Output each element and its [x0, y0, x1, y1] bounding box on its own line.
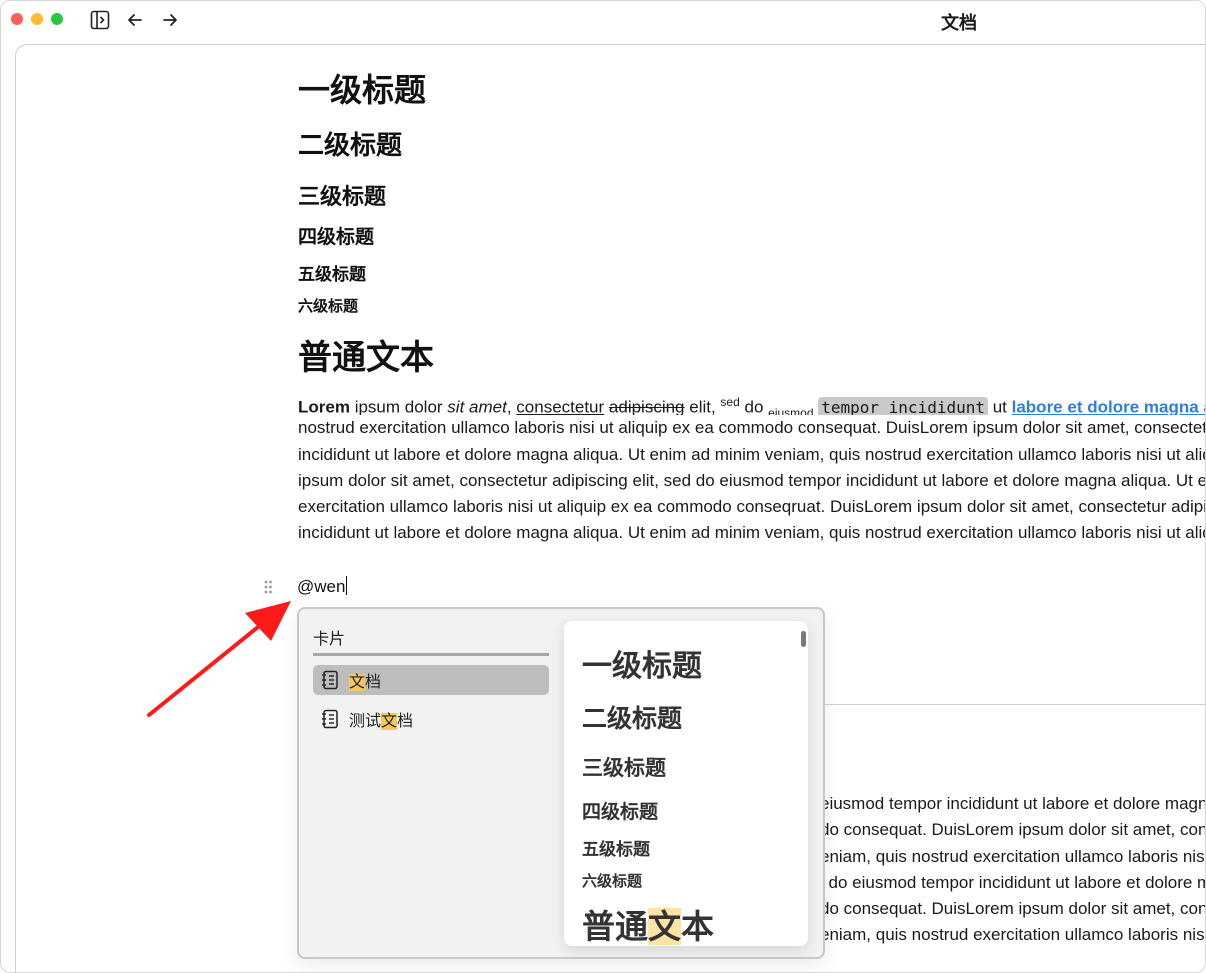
paragraph-line: do consequat. DuisLorem ipsum dolor sit … — [820, 899, 1205, 919]
horizontal-divider — [822, 704, 1205, 705]
paragraph-line: l do eiusmod tempor incididunt ut labore… — [820, 872, 1205, 892]
heading-5: 五级标题 — [298, 265, 366, 284]
label-part: 普通 — [582, 908, 648, 945]
forward-arrow-icon[interactable] — [159, 9, 181, 31]
preview-heading-5: 五级标题 — [582, 840, 650, 859]
window-title: 文档 — [941, 13, 977, 33]
paragraph-line: eniam, quis nostrud exercitation ullamco… — [820, 846, 1206, 866]
plain-text: ipsum dolor — [349, 397, 448, 416]
plain-text: elit, — [684, 397, 721, 416]
strikethrough-text: adipiscing — [608, 397, 685, 416]
paragraph-line: eiusmod tempor incididunt ut labore et d… — [820, 794, 1205, 813]
plain-text: do — [739, 397, 769, 416]
match-highlight: 文 — [648, 908, 681, 945]
plain-text: , — [506, 397, 517, 416]
suggestion-item[interactable]: 测试文档 — [313, 704, 549, 734]
suggestion-label: 文档 — [349, 668, 381, 692]
label-part: 档 — [397, 713, 414, 730]
paragraph-line: nostrud exercitation ullamco laboris nis… — [298, 418, 1205, 438]
preview-heading-4: 四级标题 — [582, 802, 659, 823]
preview-heading-6: 六级标题 — [582, 873, 643, 890]
preview-scrollbar[interactable] — [801, 631, 806, 647]
suggestion-label: 测试文档 — [349, 707, 413, 731]
document-preview-pane[interactable]: 一级标题 二级标题 三级标题 四级标题 五级标题 六级标题 普通文本 — [564, 621, 808, 946]
sidebar-toggle-icon[interactable] — [89, 9, 111, 31]
back-arrow-icon[interactable] — [124, 9, 146, 31]
popup-header-underline — [313, 653, 549, 656]
annotation-arrow — [147, 601, 291, 717]
paragraph-line: exercitation ullamco laboris nisi ut ali… — [298, 497, 1206, 517]
rich-text-paragraph[interactable]: Lorem ipsum dolor sit amet, consectetur … — [298, 389, 1206, 547]
match-highlight: 文 — [381, 713, 398, 730]
match-highlight: 文 — [349, 674, 366, 691]
notebook-icon — [321, 670, 339, 690]
text-caret — [346, 576, 348, 595]
app-window: 文档 一级标题 二级标题 三级标题 四级标题 五级标题 六级标题 普通文本 Lo… — [0, 0, 1206, 973]
mention-suggestion-popup[interactable]: 卡片 文档 测试文档 一级标题 二级标题 三级标题 四级标题 五级标题 六级标题… — [297, 607, 825, 959]
label-part: 本 — [681, 908, 714, 945]
titlebar: 文档 — [1, 1, 1205, 41]
preview-heading-1: 一级标题 — [582, 650, 702, 683]
underline-text: consectetur — [516, 397, 605, 416]
label-part: 档 — [365, 674, 382, 691]
heading-normal-text: 普通文本 — [298, 339, 434, 377]
mention-query: @wen — [297, 577, 346, 596]
heading-6: 六级标题 — [298, 298, 359, 315]
paragraph-line: incididunt ut labore et dolore magna ali… — [298, 523, 1205, 543]
superscript-text: sed — [720, 395, 740, 409]
paragraph-line: incididunt ut labore et dolore magna ali… — [298, 444, 1205, 464]
inline-code: tempor incididunt — [818, 396, 988, 416]
preview-heading-2: 二级标题 — [582, 705, 683, 733]
paragraph-line: ipsum dolor sit amet, consectetur adipis… — [298, 470, 1205, 490]
zoom-window-button[interactable] — [51, 13, 63, 25]
popup-header: 卡片 — [313, 631, 346, 648]
preview-heading-normal-text: 普通文本 — [582, 900, 714, 946]
minimize-window-button[interactable] — [31, 13, 43, 25]
paragraph-line: do consequat. DuisLorem ipsum dolor sit … — [820, 820, 1205, 840]
inline-link[interactable]: labore et dolore magna aliqua — [1012, 398, 1205, 416]
bold-text: Lorem — [298, 397, 350, 416]
heading-3: 三级标题 — [298, 184, 387, 209]
notebook-icon — [321, 709, 339, 729]
close-window-button[interactable] — [11, 13, 23, 25]
plain-text: ut — [988, 397, 1012, 416]
heading-2: 二级标题 — [298, 130, 403, 160]
suggestion-item-selected[interactable]: 文档 — [313, 665, 549, 695]
italic-text: sit amet — [447, 397, 507, 416]
preview-heading-3: 三级标题 — [582, 757, 666, 780]
heading-4: 四级标题 — [298, 227, 375, 248]
subscript-text: eiusmod — [768, 406, 814, 416]
paragraph-line-1: Lorem ipsum dolor sit amet, consectetur … — [298, 389, 1205, 416]
background-paragraph: eiusmod tempor incididunt ut labore et d… — [820, 791, 1206, 949]
label-part: 测试 — [349, 713, 382, 730]
paragraph-line: eniam, quis nostrud exercitation ullamco… — [820, 925, 1206, 945]
heading-1: 一级标题 — [298, 72, 427, 108]
mention-input-line[interactable]: @wen — [297, 576, 348, 597]
